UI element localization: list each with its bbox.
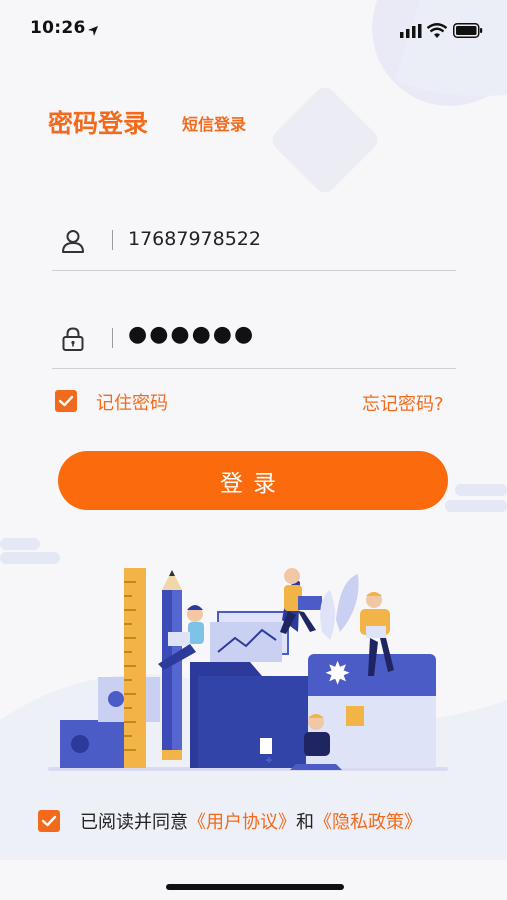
privacy-policy-link[interactable]: 《隐私政策》: [314, 812, 422, 833]
tab-sms-login[interactable]: 短信登录: [182, 111, 246, 135]
login-tabs: 密码登录 短信登录: [48, 104, 246, 140]
wifi-icon: [427, 23, 447, 38]
check-icon: [41, 815, 57, 827]
remember-password-label[interactable]: 记住密码: [96, 389, 168, 415]
status-time: 10:26: [30, 18, 86, 38]
location-arrow-icon: [88, 26, 98, 36]
remember-password-checkbox[interactable]: [55, 390, 77, 412]
agreement-text: 已阅读并同意《用户协议》和《隐私政策》: [80, 808, 422, 834]
agreement-conjunction: 和: [296, 812, 314, 833]
password-field[interactable]: ●●●●●●: [52, 312, 456, 369]
phone-input[interactable]: 17687978522: [128, 228, 261, 250]
password-input[interactable]: ●●●●●●: [128, 322, 255, 347]
field-separator: [112, 328, 113, 348]
battery-icon: [453, 23, 483, 38]
office-illustration: [48, 568, 448, 771]
agreement-checkbox[interactable]: [38, 810, 60, 832]
home-indicator[interactable]: [166, 884, 344, 890]
tab-password-login[interactable]: 密码登录: [48, 109, 148, 138]
check-icon: [58, 395, 74, 407]
lock-icon: [62, 327, 84, 351]
login-button[interactable]: 登录: [58, 451, 448, 510]
agreement-prefix: 已阅读并同意: [80, 812, 188, 833]
forgot-password-link[interactable]: 忘记密码?: [362, 390, 444, 416]
user-agreement-link[interactable]: 《用户协议》: [188, 812, 296, 833]
user-icon: [62, 230, 84, 253]
phone-field[interactable]: 17687978522: [52, 214, 456, 271]
signal-icon: [400, 24, 422, 38]
field-separator: [112, 230, 113, 250]
